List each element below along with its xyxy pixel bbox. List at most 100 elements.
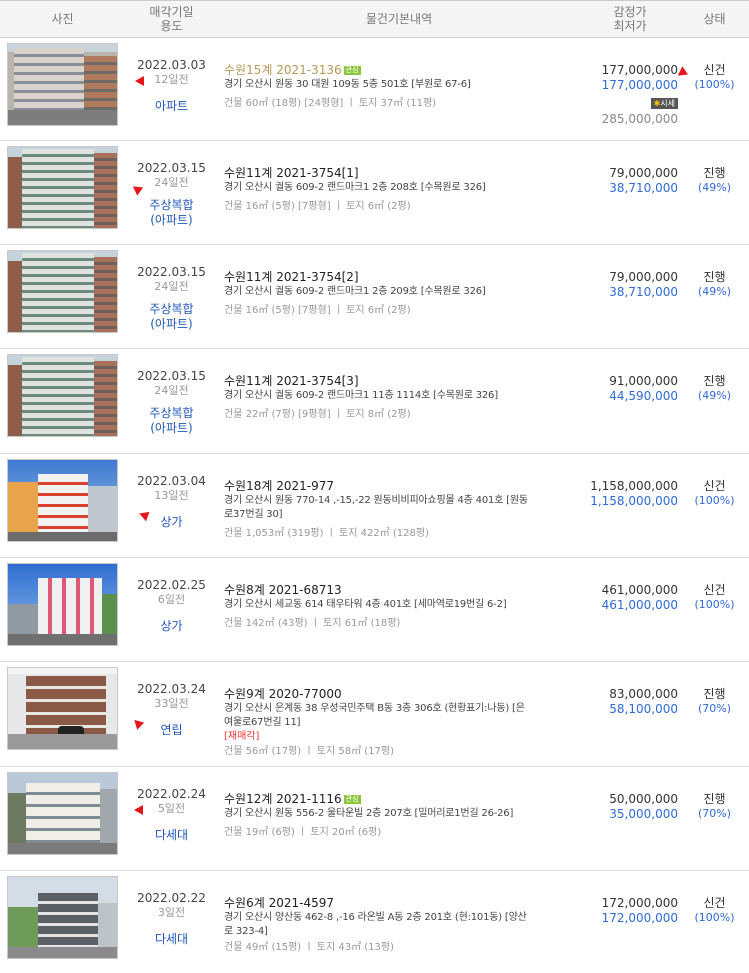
property-photo[interactable] [7,354,118,437]
table-row[interactable]: 2022.03.15 24일전 주상복합 (아파트) 수원11계 2021-375… [0,349,749,454]
days-left: 6일전 [157,593,186,606]
sale-date: 2022.03.03 [137,58,206,72]
info-cell: 수원6계 2021-4597 경기 오산시 양산동 462-8 ,-16 라온빌… [218,871,580,973]
property-photo[interactable] [7,43,118,126]
info-cell: 수원11계 2021-3754[2] 경기 오산시 궐동 609-2 랜드마크1… [218,245,580,348]
property-use[interactable]: 다세대 [125,932,218,947]
property-use[interactable]: 다세대 [125,828,218,843]
header-date-use: 매각기일 용도 [125,1,218,37]
case-number[interactable]: 수원11계 2021-3754[2] [224,270,580,285]
price-cell: 83,000,000 58,100,000 [580,662,680,766]
red-arrow-icon [135,76,144,86]
property-photo[interactable] [7,667,118,750]
address: 경기 오산시 원동 30 대원 109동 5층 501호 [부원로 67-6] [224,79,471,90]
area-info: 건물 142㎡ (43평) ㅣ 토지 61㎡ (18평) [224,618,401,629]
header-info: 물건기본내역 [365,12,433,26]
property-use[interactable]: 아파트 [125,99,218,114]
header-date: 매각기일 [149,5,194,19]
days-left: 13일전 [154,489,189,502]
address: 경기 오산시 양산동 462-8 ,-16 라온빌 A동 2층 201호 (현:… [224,912,527,923]
table-row[interactable]: 2022.03.24 33일전 연립 수원9계 2020-77000 경기 오산… [0,662,749,767]
days-left: 33일전 [154,697,189,710]
red-arrow-icon [134,805,143,815]
property-use[interactable]: 주상복합 (아파트) [125,198,218,228]
case-number[interactable]: 수원11계 2021-3754[3] [224,374,580,389]
case-number[interactable]: 수원11계 2021-3754[1] [224,166,580,181]
info-cell: 수원15계 2021-3136 관심 경기 오산시 원동 30 대원 109동 5… [218,38,580,140]
sale-date: 2022.03.15 [137,265,206,279]
price-cell: 50,000,000 35,000,000 [580,767,680,870]
minimum-price: 1,158,000,000 [590,494,678,508]
address: 경기 오산시 원동 770-14 ,-15,-22 원동비비피아쇼핑몰 4층 4… [224,495,528,506]
case-number[interactable]: 수원15계 2021-3136 관심 [224,63,580,78]
date-cell: 2022.03.03 12일전 아파트 [125,38,218,140]
price-cell: 79,000,000 38,710,000 [580,245,680,348]
area-info: 건물 1,053㎡ (319평) ㅣ 토지 422㎡ (128평) [224,528,429,539]
area-info: 건물 16㎡ (5평) [7평형] ㅣ 토지 6㎡ (2평) [224,305,411,316]
area-info: 건물 56㎡ (17평) ㅣ 토지 58㎡ (17평) [224,746,394,757]
address: 경기 오산시 궐동 609-2 랜드마크1 2층 209호 [수목원로 326] [224,286,486,297]
case-number[interactable]: 수원12계 2021-1116 관심 [224,792,580,807]
table-row[interactable]: 2022.02.22 3일전 다세대 수원6계 2021-4597 경기 오산시… [0,871,749,973]
property-photo[interactable] [7,563,118,646]
date-cell: 2022.03.24 33일전 연립 [125,662,218,766]
address-line-2: 로37번길 30] [224,509,283,520]
status-percent: (49%) [697,285,732,298]
property-photo[interactable] [7,250,118,333]
area-info: 건물 16㎡ (5평) [7평형] ㅣ 토지 6㎡ (2평) [224,201,411,212]
table-row[interactable]: 2022.03.15 24일전 주상복합 (아파트) 수원11계 2021-375… [0,141,749,245]
price-cell: 79,000,000 38,710,000 [580,141,680,244]
table-row[interactable]: 2022.02.25 6일전 상가 수원8계 2021-68713 경기 오산시… [0,558,749,662]
table-row[interactable]: 2022.03.15 24일전 주상복합 (아파트) 수원11계 2021-375… [0,245,749,349]
case-number[interactable]: 수원8계 2021-68713 [224,583,580,598]
resale-tag: [재매각] [224,731,260,742]
appraisal-price: 1,158,000,000 [590,479,678,493]
status-percent: (49%) [697,181,732,194]
status-cell: 진행 (70%) [680,662,749,766]
status-text: 진행 [703,374,726,388]
date-cell: 2022.03.15 24일전 주상복합 (아파트) [125,141,218,244]
status-cell: 신건 (100%) [680,558,749,661]
address: 경기 오산시 궐동 609-2 랜드마크1 11층 1114호 [수목원로 32… [224,390,498,401]
status-cell: 신건 (100%) [674,38,749,140]
address: 경기 오산시 세교동 614 태우타워 4층 401호 [세마역로19번길 6-… [224,599,507,610]
status-cell: 진행 (49%) [680,245,749,348]
case-number[interactable]: 수원6계 2021-4597 [224,896,580,911]
area-info: 건물 19㎡ (6평) ㅣ 토지 20㎡ (6평) [224,827,382,838]
property-use[interactable]: 상가 [125,619,218,634]
table-row[interactable]: 2022.02.24 5일전 다세대 수원12계 2021-1116 관심 경기 … [0,767,749,871]
status-cell: 진행 (49%) [680,349,749,453]
photo-cell [0,871,125,973]
minimum-price: 44,590,000 [609,389,678,403]
photo-cell [0,38,125,140]
auction-list-table: 사진 매각기일 용도 물건기본내역 감정가 최저가 상태 2022.03.03 … [0,0,749,973]
status-text: 진행 [703,270,726,284]
property-photo[interactable] [7,772,118,855]
property-photo[interactable] [7,876,118,959]
property-photo[interactable] [7,459,118,542]
header-minimum: 최저가 [613,19,647,33]
price-cell: 1,158,000,000 1,158,000,000 [580,454,680,557]
case-number[interactable]: 수원9계 2020-77000 [224,687,580,702]
status-percent: (70%) [697,702,732,715]
market-price-badge[interactable]: ✱시세 [650,98,678,109]
photo-cell [0,245,125,348]
photo-cell [0,558,125,661]
area-info: 건물 60㎡ (18평) [24평형] ㅣ 토지 37㎡ (11평) [224,98,437,109]
address: 경기 오산시 은계동 38 우성국민주택 B동 3층 306호 (현황표기:나동… [224,703,525,714]
photo-cell [0,349,125,453]
property-use[interactable]: 주상복합 (아파트) [125,406,218,436]
property-photo[interactable] [7,146,118,229]
date-cell: 2022.03.04 13일전 상가 [125,454,218,557]
header-photo: 사진 [51,12,74,26]
table-row[interactable]: 2022.03.03 12일전 아파트 수원15계 2021-3136 관심 경기… [0,38,749,141]
days-left: 24일전 [154,280,189,293]
property-use[interactable]: 주상복합 (아파트) [125,302,218,332]
appraisal-price: 172,000,000 [601,896,678,910]
case-number[interactable]: 수원18계 2021-977 [224,479,580,494]
sale-date: 2022.03.24 [137,682,206,696]
header-use: 용도 [160,19,183,33]
table-row[interactable]: 2022.03.04 13일전 상가 수원18계 2021-977 경기 오산시… [0,454,749,558]
date-cell: 2022.02.24 5일전 다세대 [125,767,218,870]
days-left: 24일전 [154,384,189,397]
